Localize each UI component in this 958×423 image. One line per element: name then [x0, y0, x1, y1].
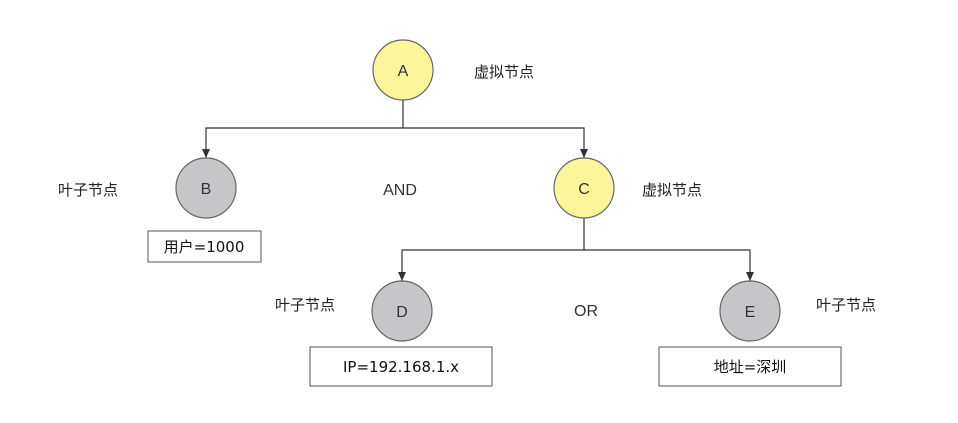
- node-b-letter: B: [201, 181, 212, 198]
- node-e-letter: E: [745, 304, 756, 321]
- edge-c-to-d: [398, 218, 585, 281]
- edge-a-to-c: [403, 127, 588, 158]
- operator-and: AND: [383, 182, 417, 199]
- node-a: A: [372, 39, 434, 101]
- node-e: E: [719, 280, 781, 342]
- node-e-condition: 地址=深圳: [714, 358, 787, 376]
- logic-tree-diagram: A 虚拟节点 B 叶子节点 用户=1000 AND C 虚拟节点 D 叶子节点 …: [58, 39, 876, 387]
- node-b-type-label: 叶子节点: [58, 181, 118, 199]
- node-b-condition: 用户=1000: [164, 238, 245, 256]
- node-d-letter: D: [396, 304, 408, 321]
- node-c-letter: C: [578, 181, 590, 198]
- node-d-type-label: 叶子节点: [275, 296, 335, 314]
- node-b: B: [175, 157, 237, 219]
- node-d: D: [371, 280, 433, 342]
- node-c: C: [553, 157, 615, 219]
- node-e-type-label: 叶子节点: [816, 296, 876, 314]
- edge-c-to-e: [584, 249, 754, 281]
- edge-a-to-b: [202, 98, 404, 158]
- node-c-type-label: 虚拟节点: [642, 181, 702, 199]
- node-a-letter: A: [398, 63, 409, 80]
- node-a-type-label: 虚拟节点: [474, 63, 534, 81]
- node-d-condition: IP=192.168.1.x: [343, 358, 459, 376]
- operator-or: OR: [574, 303, 598, 320]
